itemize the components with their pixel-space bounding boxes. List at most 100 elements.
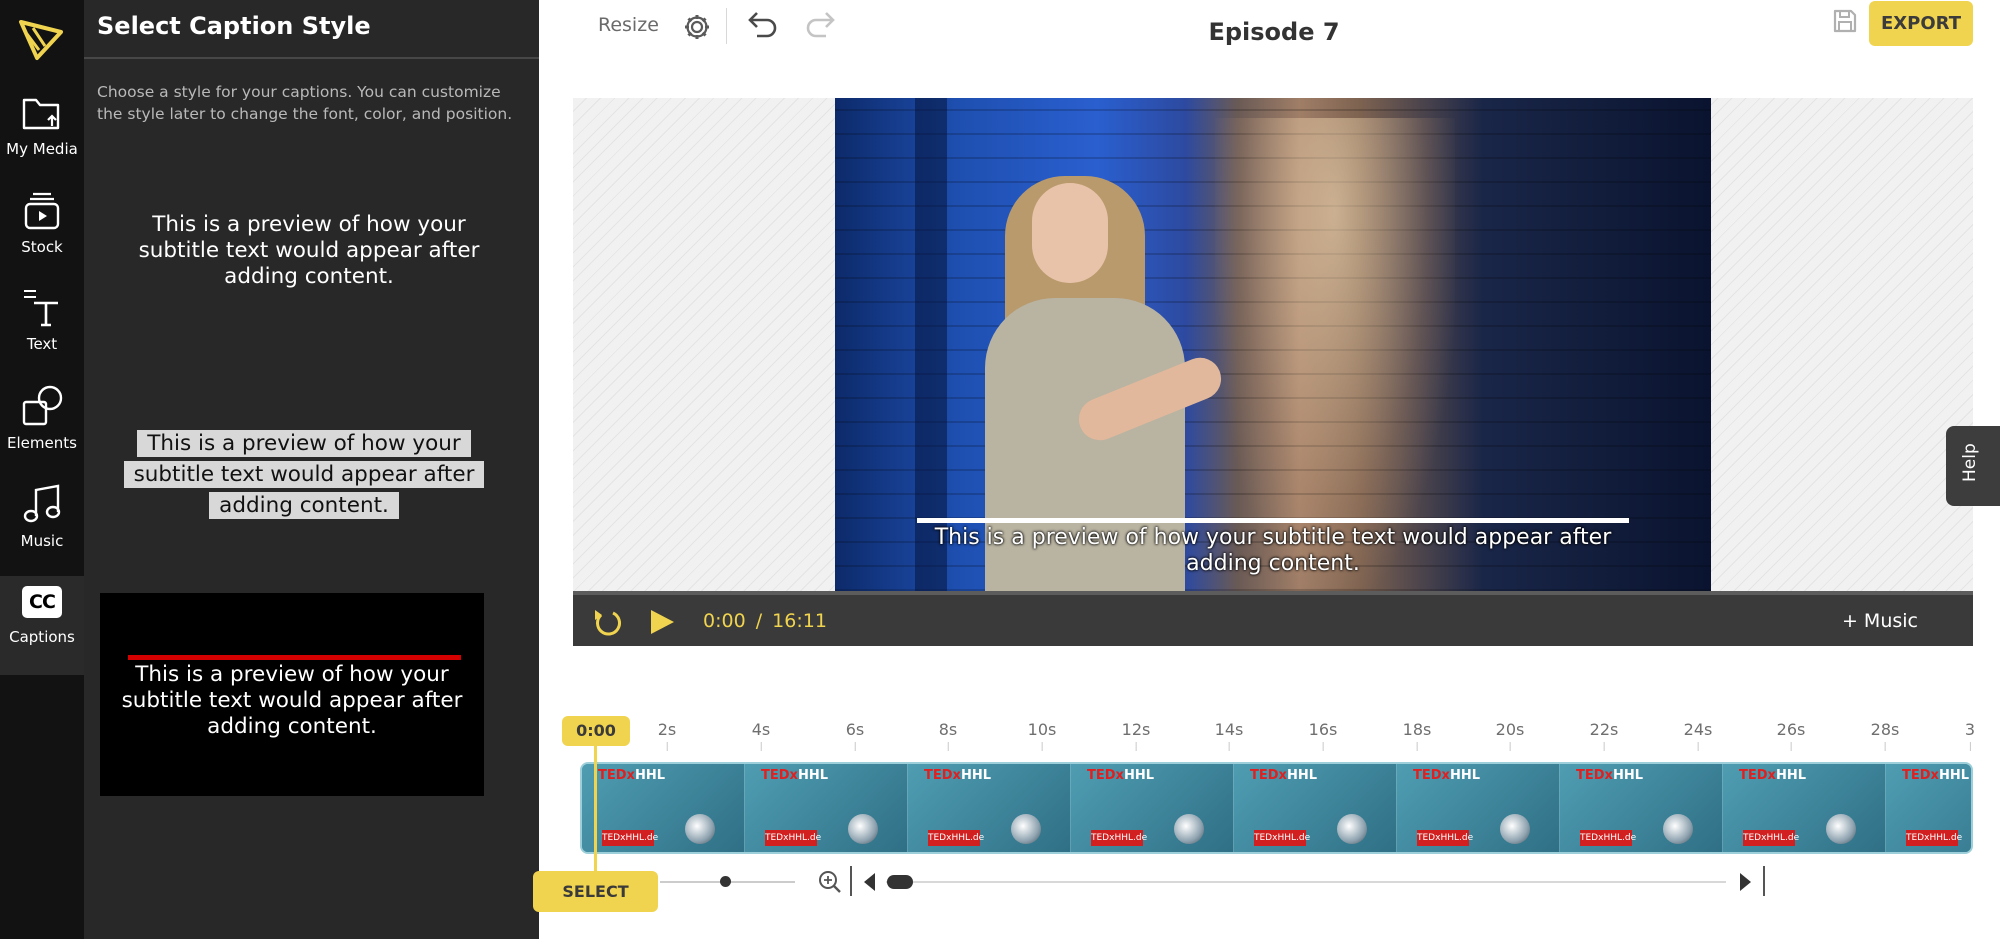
clip-thumbnail: TEDxHHL TEDxHHL.de — [1723, 764, 1886, 852]
thumb-logo-white: HHL — [1612, 768, 1643, 783]
scroll-start-marker — [850, 866, 852, 896]
clip-thumbnail: TEDxHHL TEDxHHL.de — [1397, 764, 1560, 852]
timeline-scroll-thumb[interactable] — [887, 875, 913, 889]
music-note-icon — [23, 484, 61, 523]
caption-progress-line — [917, 518, 1629, 523]
thumb-logo-red: TEDx — [924, 768, 961, 783]
shapes-icon — [22, 385, 63, 426]
stock-video-icon — [24, 192, 60, 230]
thumb-logo-white: HHL — [634, 768, 665, 783]
style-preview-text: This is a preview of how your subtitle t… — [121, 662, 463, 739]
thumb-badge: TEDxHHL.de — [928, 830, 984, 846]
thumb-globe — [1174, 814, 1204, 844]
thumb-logo-white: HHL — [1938, 768, 1969, 783]
timeline-tick: 20s — [1496, 720, 1525, 751]
rail-label-captions: Captions — [9, 628, 75, 646]
scroll-left-icon[interactable] — [861, 871, 877, 897]
timeline-tick: 28s — [1871, 720, 1900, 751]
preview-caption-text[interactable]: This is a preview of how your subtitle t… — [895, 525, 1651, 577]
select-button[interactable]: SELECT — [533, 871, 658, 912]
clip-thumbnail: TEDxHHL TEDxHHL.de — [908, 764, 1071, 852]
save-icon[interactable] — [1831, 7, 1859, 39]
thumb-logo-white: HHL — [1286, 768, 1317, 783]
style-preview-line: adding content. — [209, 492, 399, 519]
rail-item-my-media[interactable]: My Media — [0, 94, 84, 186]
zoom-slider-handle[interactable] — [720, 876, 731, 887]
text-icon — [24, 290, 58, 327]
thumb-globe — [1826, 814, 1856, 844]
rail-item-text[interactable]: Text — [0, 287, 84, 379]
thumb-logo: TEDxHHL — [1250, 768, 1317, 783]
thumb-logo-red: TEDx — [1087, 768, 1124, 783]
zoom-in-icon[interactable] — [817, 869, 843, 899]
clip-thumbnail: TEDxHHL TEDxHHL.de — [1071, 764, 1234, 852]
play-icon[interactable] — [648, 607, 676, 641]
timeline-tick: 2s — [658, 720, 677, 751]
timeline-tick: 18s — [1403, 720, 1432, 751]
thumb-badge: TEDxHHL.de — [1091, 830, 1147, 846]
rail-item-elements[interactable]: Elements — [0, 384, 84, 476]
timeline-scroll-track[interactable] — [886, 881, 1726, 883]
thumb-logo-white: HHL — [1123, 768, 1154, 783]
time-separator: / — [755, 610, 763, 632]
project-title[interactable]: Episode 7 — [539, 18, 2000, 46]
thumb-logo-white: HHL — [1449, 768, 1480, 783]
timeline-tick: 4s — [752, 720, 771, 751]
style-preview-text: This is a preview of how your subtitle t… — [138, 212, 480, 289]
video-preview[interactable]: This is a preview of how your subtitle t… — [835, 98, 1711, 591]
rail-label-elements: Elements — [7, 434, 77, 452]
thumb-badge: TEDxHHL.de — [1580, 830, 1636, 846]
rail-item-music[interactable]: Music — [0, 482, 84, 574]
thumb-logo: TEDxHHL — [598, 768, 665, 783]
scroll-right-icon[interactable] — [1738, 871, 1754, 897]
timeline-tick: 16s — [1309, 720, 1338, 751]
thumb-logo: TEDxHHL — [1087, 768, 1154, 783]
help-tab[interactable]: Help — [1946, 426, 2000, 506]
thumb-logo: TEDxHHL — [1902, 768, 1969, 783]
caption-style-option-progress-bar[interactable]: This is a preview of how your subtitle t… — [100, 593, 484, 796]
thumb-globe — [685, 814, 715, 844]
add-music-button[interactable]: + Music — [1842, 610, 1918, 632]
export-button[interactable]: EXPORT — [1869, 1, 1973, 46]
player-controls: 0:00 / 16:11 + Music — [573, 591, 1973, 646]
time-current: 0:00 — [703, 610, 746, 632]
thumb-badge: TEDxHHL.de — [1417, 830, 1473, 846]
rail-label-stock: Stock — [21, 238, 63, 256]
rail-item-captions[interactable]: CC Captions — [0, 586, 84, 678]
thumb-globe — [1500, 814, 1530, 844]
rail-label-text: Text — [26, 335, 58, 353]
timeline-tick: 3 — [1965, 720, 1975, 751]
thumb-globe — [1011, 814, 1041, 844]
thumb-badge: TEDxHHL.de — [602, 830, 658, 846]
rail-item-stock[interactable]: Stock — [0, 190, 84, 282]
rail-bottom-section — [0, 675, 84, 939]
timeline-tick: 14s — [1215, 720, 1244, 751]
playhead-line[interactable] — [594, 746, 597, 876]
thumb-badge: TEDxHHL.de — [1906, 830, 1962, 846]
help-label: Help — [1960, 443, 1980, 482]
thumb-logo-white: HHL — [1775, 768, 1806, 783]
thumb-logo: TEDxHHL — [1413, 768, 1480, 783]
timeline-tick: 26s — [1777, 720, 1806, 751]
thumb-globe — [1663, 814, 1693, 844]
video-speaker-head — [1032, 183, 1108, 283]
thumb-globe — [1337, 814, 1367, 844]
rail-label-music: Music — [20, 532, 64, 550]
style-preview-line: subtitle text would appear after — [123, 461, 485, 488]
thumb-logo: TEDxHHL — [1739, 768, 1806, 783]
caption-style-option-highlight[interactable]: This is a preview of how your subtitle t… — [114, 428, 494, 522]
thumb-logo-white: HHL — [797, 768, 828, 783]
timeline-tick: 22s — [1590, 720, 1619, 751]
editor-toolbar: Resize Episode 7 EXPORT — [539, 0, 2000, 70]
timeline-ruler[interactable]: 2s 4s 6s 8s 10s 12s 14s 16s 18s 20s 22s … — [585, 720, 1975, 750]
left-nav-rail: My Media Stock Text Elements Music CC Ca… — [0, 0, 84, 939]
video-clip-track[interactable]: TEDxHHL TEDxHHL.de TEDxHHL TEDxHHL.de TE… — [580, 762, 1973, 854]
replay-icon[interactable] — [591, 607, 625, 641]
app-logo[interactable] — [17, 16, 65, 62]
playhead-time-label[interactable]: 0:00 — [562, 716, 630, 746]
thumb-badge: TEDxHHL.de — [765, 830, 821, 846]
caption-style-option-plain[interactable]: This is a preview of how your subtitle t… — [124, 212, 494, 292]
thumb-logo: TEDxHHL — [924, 768, 991, 783]
clip-thumbnail: TEDxHHL TEDxHHL.de — [745, 764, 908, 852]
timeline-tick: 12s — [1122, 720, 1151, 751]
